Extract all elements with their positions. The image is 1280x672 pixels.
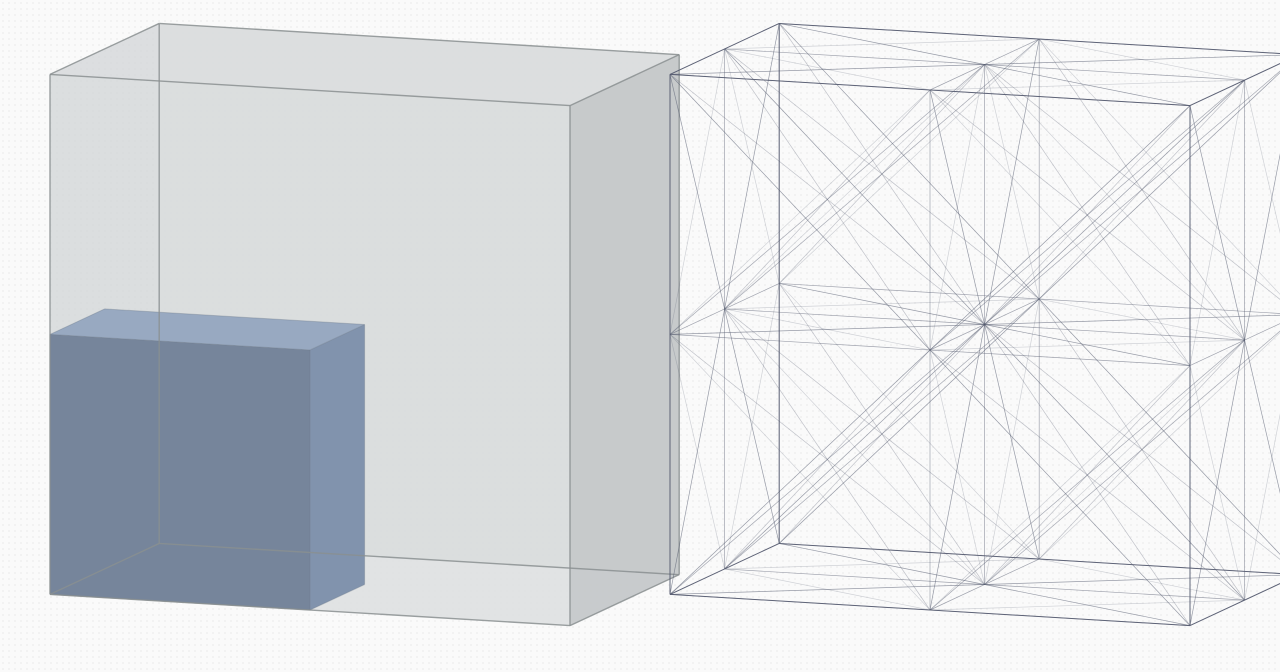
diagram-stage [0, 0, 1280, 672]
wireframe-mesh-view [0, 0, 1280, 672]
